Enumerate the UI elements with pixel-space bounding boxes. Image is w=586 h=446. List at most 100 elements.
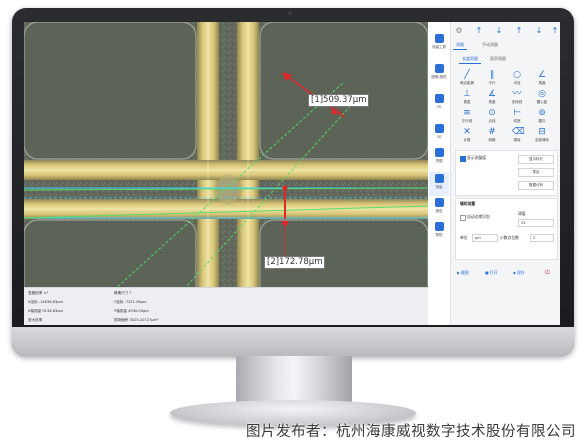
measure-tool-item[interactable]: ○ 半径 [505, 69, 529, 87]
circuit-image [24, 22, 428, 325]
app-window: [1]509.37μm [2]172.78μm 测量工具 图像/相机 2D 3D… [24, 22, 560, 325]
measure-tool-icon: ≡ [463, 108, 471, 118]
power-icon[interactable]: ⏻ [545, 269, 550, 277]
measure-tool-label: 两点距离 [460, 81, 474, 85]
panel-subtabs: 长度测量 面积测量 [453, 54, 558, 64]
measure-tool-item[interactable]: ◎ 圆心距 [530, 88, 554, 106]
measure-tool-label: 角度 [538, 81, 546, 85]
show-ruler-button[interactable]: 显示标尺 [518, 155, 554, 164]
arrow-up-icon[interactable]: ↑ [475, 26, 483, 35]
screenshot-button[interactable]: ▶ 截图 [457, 270, 469, 276]
arrow-down-icon[interactable]: ↓ [495, 26, 503, 35]
auto-edge-checkbox[interactable] [460, 215, 466, 221]
aux-title: 辅助测量 [460, 201, 476, 206]
status-x-measure: X轴测量 9134.83μm [28, 309, 64, 313]
measure-tool-item[interactable]: ╱ 两点距离 [455, 69, 479, 87]
save-button[interactable]: ◆ 保存 [513, 270, 525, 276]
measure-tool-item[interactable]: # 网格 [480, 126, 504, 144]
measure-tool-item[interactable]: ∠ 角度 [530, 69, 554, 87]
measure-label-vertical[interactable]: [2]172.78μm [264, 256, 326, 269]
threshold-input[interactable]: 25 [518, 219, 554, 227]
measure-label-diagonal[interactable]: [1]509.37μm [308, 94, 370, 107]
measure-tool-item[interactable]: ∡ 角度 [480, 88, 504, 106]
measure-tool-label: 垂直 [463, 100, 471, 104]
export-button[interactable]: 导出 [518, 168, 554, 177]
tab-manual[interactable]: 手动测量 [479, 40, 501, 50]
show-value-label: 显示测量值 [467, 155, 486, 160]
microscope-view[interactable]: [1]509.37μm [2]172.78μm [24, 22, 428, 325]
unit-select[interactable]: μm [472, 234, 498, 242]
direction-toolbar: ⚙ ↑ ↓ ↑ ↓ ↑ [451, 24, 560, 36]
sidebar-item-ruler[interactable]: 测量工具 [429, 32, 449, 56]
show-value-checkbox[interactable] [460, 156, 466, 162]
stage-icon[interactable]: ⚙ [455, 26, 463, 35]
open-button[interactable]: ■ 打开 [485, 270, 497, 276]
measure-tool-icon: ⌫ [512, 127, 525, 137]
measure-tool-icon: ✕ [463, 127, 471, 137]
threshold-label: 阈值 [518, 211, 526, 216]
save-label: 保存 [517, 270, 525, 275]
arrow-up-icon-3[interactable]: ↑ [551, 26, 559, 35]
measure-tool-icon: ∡ [487, 89, 497, 99]
3d-icon [434, 124, 444, 133]
measure-tool-item[interactable]: ⊙ 点线 [480, 107, 504, 125]
sidebar-item-2d[interactable]: 2D [429, 92, 449, 116]
report-icon [434, 198, 444, 207]
measure-tool-icon: ⊙ [488, 108, 496, 118]
camera-icon [434, 64, 444, 73]
tab-measure[interactable]: 测量 [453, 40, 467, 50]
stitch-icon [434, 148, 444, 157]
measure-tool-icon: 〰 [512, 89, 522, 99]
tool-sidebar: 测量工具 图像/相机 2D 3D 拼图 测量 报告 帮助 [428, 22, 451, 325]
measure-icon [434, 174, 444, 183]
measure-tool-item[interactable]: ⊟ 全部清除 [530, 126, 554, 144]
subtab-length[interactable]: 长度测量 [459, 54, 481, 64]
measure-tool-item[interactable]: ∥ 平行 [480, 69, 504, 87]
measure-tool-icon: ⊚ [538, 108, 546, 118]
measure-tool-icon: ╱ [464, 70, 470, 80]
panel-tabs: 测量 手动测量 [453, 40, 558, 50]
measure-tool-icon: # [488, 127, 496, 137]
measure-tool-label: 圆心距 [536, 100, 548, 104]
sidebar-item-camera[interactable]: 图像/相机 [429, 62, 449, 86]
sidebar-item-stitch[interactable]: 拼图 [429, 146, 449, 170]
measure-tool-icon: ⊢ [513, 108, 521, 118]
sidebar-item-report[interactable]: 报告 [429, 196, 449, 220]
measure-tool-label: 多段线 [511, 100, 523, 104]
measure-tool-item[interactable]: ⊚ 圆孔 [530, 107, 554, 125]
measure-tool-icon: ∠ [537, 70, 547, 80]
decimals-select[interactable]: 2 [530, 234, 554, 242]
status-pixel: 像素尺寸 ? [114, 291, 132, 295]
measure-tool-icon: ◎ [538, 89, 546, 99]
arrow-up-icon-2[interactable]: ↑ [515, 26, 523, 35]
status-y-measure: Y轴测量 4930.00μm [114, 309, 149, 313]
measure-tool-icon: ∥ [489, 70, 495, 80]
measure-tool-item[interactable]: 〰多段线 [505, 88, 529, 106]
sidebar-item-measure[interactable]: 测量 [429, 172, 449, 196]
image-caption: 图片发布者：杭州海康威视数字技术股份有限公司 [246, 424, 576, 440]
control-panel: 测量工具 图像/相机 2D 3D 拼图 测量 报告 帮助 ⚙ ↑ ↓ ↑ ↓ ↑… [428, 22, 560, 325]
screenshot-label: 截图 [461, 270, 469, 275]
measure-tool-item[interactable]: ⊢ 线宽 [505, 107, 529, 125]
bottom-actions: ▶ 截图 ■ 打开 ◆ 保存 ⏻ [455, 268, 556, 278]
data-analysis-button[interactable]: 数据分析 [518, 181, 554, 190]
measure-tool-item[interactable]: ⊥ 垂直 [455, 88, 479, 106]
arrow-down-icon-2[interactable]: ↓ [535, 26, 543, 35]
monitor-chin [12, 327, 574, 356]
status-y: Y坐标 -7321.56μm [114, 300, 147, 304]
sidebar-item-help[interactable]: 帮助 [429, 220, 449, 244]
status-x: X坐标 -14836.83μm [28, 300, 64, 304]
webcam-icon [288, 11, 292, 15]
measure-tool-label: 平行 [488, 81, 496, 85]
measure-tool-item[interactable]: ≡ 平行线 [455, 107, 479, 125]
sidebar-item-3d[interactable]: 3D [429, 122, 449, 146]
aux-measure: 辅助测量 自动边缘识别 阈值 25 单位 μm 小数点位数 2 [455, 198, 558, 260]
measure-panel: ⚙ ↑ ↓ ↑ ↓ ↑ 测量 手动测量 长度测量 面积测量 ╱ 两点距离 ∥ 平行 ○ 半… [451, 22, 560, 325]
ruler-icon [434, 34, 444, 43]
decimals-label: 小数点位数 [500, 235, 519, 240]
measure-tool-label: 全部清除 [535, 138, 549, 142]
measure-tool-item[interactable]: ⌫ 清除 [505, 126, 529, 144]
measure-tool-item[interactable]: ✕ 计数 [455, 126, 479, 144]
subtab-area[interactable]: 面积测量 [487, 54, 509, 64]
measure-tool-label: 计数 [463, 138, 471, 142]
